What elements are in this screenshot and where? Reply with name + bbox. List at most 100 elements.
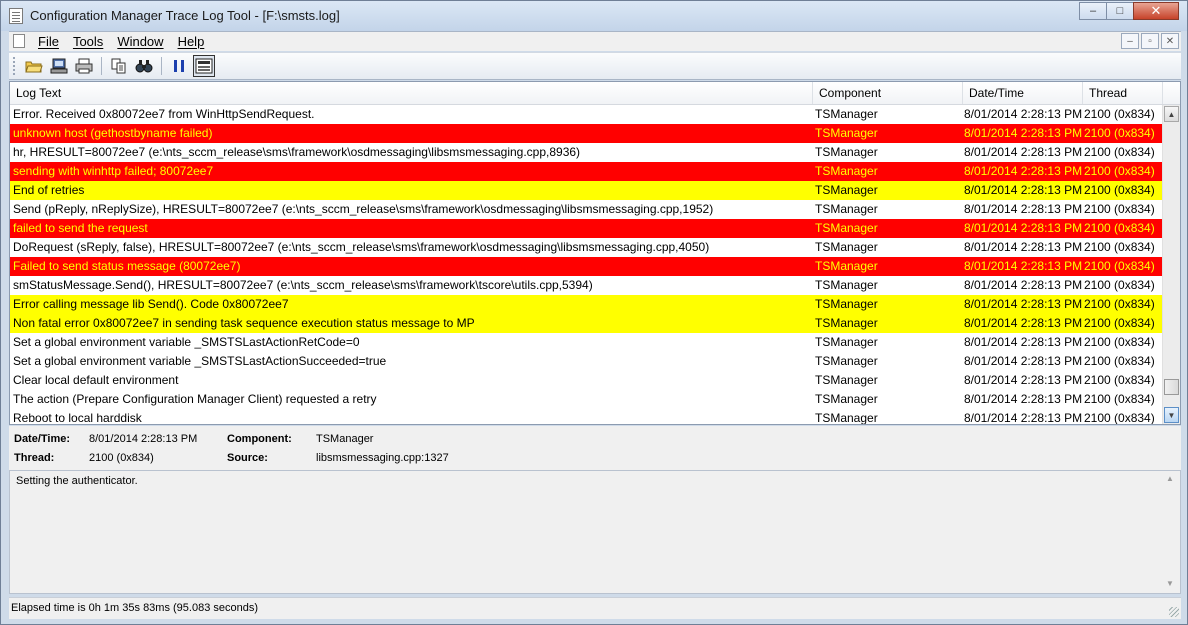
resize-grip-icon[interactable]	[1169, 607, 1179, 617]
log-text-cell: Non fatal error 0x80072ee7 in sending ta…	[13, 316, 475, 330]
thread-cell: 2100 (0x834)	[1084, 259, 1155, 273]
component-cell: TSManager	[815, 183, 878, 197]
datetime-cell: 8/01/2014 2:28:13 PM	[964, 126, 1083, 140]
log-text-cell: The action (Prepare Configuration Manage…	[13, 392, 377, 406]
datetime-cell: 8/01/2014 2:28:13 PM	[964, 145, 1083, 159]
datetime-cell: 8/01/2014 2:28:13 PM	[964, 354, 1083, 368]
message-scrollbar[interactable]: ▲ ▼	[1162, 471, 1180, 593]
scroll-up-icon[interactable]: ▲	[1166, 474, 1174, 483]
thread-cell: 2100 (0x834)	[1084, 278, 1155, 292]
log-list-scrollbar[interactable]: ▲ ▼	[1162, 105, 1180, 424]
minimize-button[interactable]: –	[1079, 2, 1107, 20]
log-text-cell: Error calling message lib Send(). Code 0…	[13, 297, 289, 311]
datetime-cell: 8/01/2014 2:28:13 PM	[964, 278, 1083, 292]
thread-cell: 2100 (0x834)	[1084, 373, 1155, 387]
open-folder-icon[interactable]	[23, 55, 45, 77]
highlight-icon[interactable]	[193, 55, 215, 77]
document-icon[interactable]	[13, 34, 25, 48]
doc-restore-button[interactable]: ▫	[1141, 33, 1159, 49]
datetime-cell: 8/01/2014 2:28:13 PM	[964, 373, 1083, 387]
log-text-cell: Failed to send status message (80072ee7)	[13, 259, 241, 273]
thread-cell: 2100 (0x834)	[1084, 240, 1155, 254]
print-icon[interactable]	[73, 55, 95, 77]
log-row[interactable]: failed to send the request TSManager 8/01/…	[10, 219, 1162, 238]
menu-file[interactable]: File	[38, 34, 59, 49]
datetime-cell: 8/01/2014 2:28:13 PM	[964, 316, 1083, 330]
column-header-component[interactable]: Component	[813, 82, 963, 104]
log-row[interactable]: Send (pReply, nReplySize), HRESULT=80072…	[10, 200, 1162, 219]
datetime-cell: 8/01/2014 2:28:13 PM	[964, 297, 1083, 311]
log-row[interactable]: Set a global environment variable _SMSTS…	[10, 352, 1162, 371]
scroll-down-icon[interactable]: ▼	[1166, 579, 1174, 588]
log-rows: Error. Received 0x80072ee7 from WinHttpS…	[10, 105, 1162, 425]
log-row[interactable]: Clear local default environment TSManager…	[10, 371, 1162, 390]
column-header-thread[interactable]: Thread	[1083, 82, 1163, 104]
toolbar-grip[interactable]	[13, 57, 16, 75]
scroll-thumb[interactable]	[1164, 379, 1179, 395]
thread-value: 2100 (0x834)	[89, 452, 154, 464]
log-list[interactable]: Log Text Component Date/Time Thread Erro…	[9, 81, 1181, 425]
thread-cell: 2100 (0x834)	[1084, 297, 1155, 311]
thread-cell: 2100 (0x834)	[1084, 145, 1155, 159]
log-row[interactable]: hr, HRESULT=80072ee7 (e:\nts_sccm_releas…	[10, 143, 1162, 162]
log-row[interactable]: Error calling message lib Send(). Code 0…	[10, 295, 1162, 314]
thread-cell: 2100 (0x834)	[1084, 221, 1155, 235]
doc-close-button[interactable]: ✕	[1161, 33, 1179, 49]
open-remote-icon[interactable]	[48, 55, 70, 77]
log-row[interactable]: End of retries TSManager 8/01/2014 2:28:13…	[10, 181, 1162, 200]
copy-icon[interactable]	[108, 55, 130, 77]
title-bar[interactable]: Configuration Manager Trace Log Tool - […	[1, 1, 1187, 31]
trace-log-window: Configuration Manager Trace Log Tool - […	[0, 0, 1188, 625]
log-text-cell: hr, HRESULT=80072ee7 (e:\nts_sccm_releas…	[13, 145, 581, 159]
menu-window[interactable]: Window	[117, 34, 163, 49]
scroll-down-icon[interactable]: ▼	[1164, 407, 1179, 423]
component-cell: TSManager	[815, 221, 878, 235]
log-row[interactable]: Failed to send status message (80072ee7)…	[10, 257, 1162, 276]
datetime-cell: 8/01/2014 2:28:13 PM	[964, 335, 1083, 349]
menu-tools[interactable]: Tools	[73, 34, 103, 49]
log-row[interactable]: Set a global environment variable _SMSTS…	[10, 333, 1162, 352]
component-value: TSManager	[316, 433, 374, 445]
doc-minimize-button[interactable]: –	[1121, 33, 1139, 49]
component-cell: TSManager	[815, 411, 878, 425]
log-row[interactable]: smStatusMessage.Send(), HRESULT=80072ee7…	[10, 276, 1162, 295]
datetime-cell: 8/01/2014 2:28:13 PM	[964, 183, 1083, 197]
component-cell: TSManager	[815, 202, 878, 216]
component-cell: TSManager	[815, 297, 878, 311]
pause-icon[interactable]	[168, 55, 190, 77]
log-row[interactable]: sending with winhttp failed; 80072ee7 TSM…	[10, 162, 1162, 181]
document-window-controls: – ▫ ✕	[1121, 33, 1179, 49]
find-icon[interactable]	[133, 55, 155, 77]
log-row[interactable]: Error. Received 0x80072ee7 from WinHttpS…	[10, 105, 1162, 124]
log-text-cell: Set a global environment variable _SMSTS…	[13, 335, 360, 349]
component-cell: TSManager	[815, 240, 878, 254]
log-text-cell: Reboot to local harddisk	[13, 411, 142, 425]
message-text-area[interactable]: Setting the authenticator. ▲ ▼	[9, 470, 1181, 594]
log-text-cell: Clear local default environment	[13, 373, 179, 387]
thread-label: Thread:	[14, 452, 55, 464]
log-row[interactable]: Reboot to local harddisk TSManager 8/01/20…	[10, 409, 1162, 425]
thread-cell: 2100 (0x834)	[1084, 335, 1155, 349]
scroll-up-icon[interactable]: ▲	[1164, 106, 1179, 122]
menu-help[interactable]: Help	[178, 34, 205, 49]
source-value: libsmsmessaging.cpp:1327	[316, 452, 449, 464]
close-button[interactable]: ✕	[1133, 2, 1179, 20]
toolbar	[9, 52, 1181, 80]
column-header-datetime[interactable]: Date/Time	[963, 82, 1083, 104]
thread-cell: 2100 (0x834)	[1084, 202, 1155, 216]
entry-details: Date/Time: 8/01/2014 2:28:13 PM Componen…	[9, 426, 1181, 470]
log-row[interactable]: DoRequest (sReply, false), HRESULT=80072…	[10, 238, 1162, 257]
component-cell: TSManager	[815, 354, 878, 368]
component-cell: TSManager	[815, 373, 878, 387]
maximize-button[interactable]: □	[1106, 2, 1134, 20]
log-row[interactable]: Non fatal error 0x80072ee7 in sending ta…	[10, 314, 1162, 333]
thread-cell: 2100 (0x834)	[1084, 411, 1155, 425]
log-row[interactable]: unknown host (gethostbyname failed) TSMan…	[10, 124, 1162, 143]
log-text-cell: sending with winhttp failed; 80072ee7	[13, 164, 214, 178]
app-log-icon	[9, 8, 23, 24]
column-header-log-text[interactable]: Log Text	[10, 82, 813, 104]
log-text-cell: failed to send the request	[13, 221, 148, 235]
menu-items: File Tools Window Help	[38, 34, 204, 49]
log-row[interactable]: The action (Prepare Configuration Manage…	[10, 390, 1162, 409]
toolbar-separator	[101, 57, 102, 75]
